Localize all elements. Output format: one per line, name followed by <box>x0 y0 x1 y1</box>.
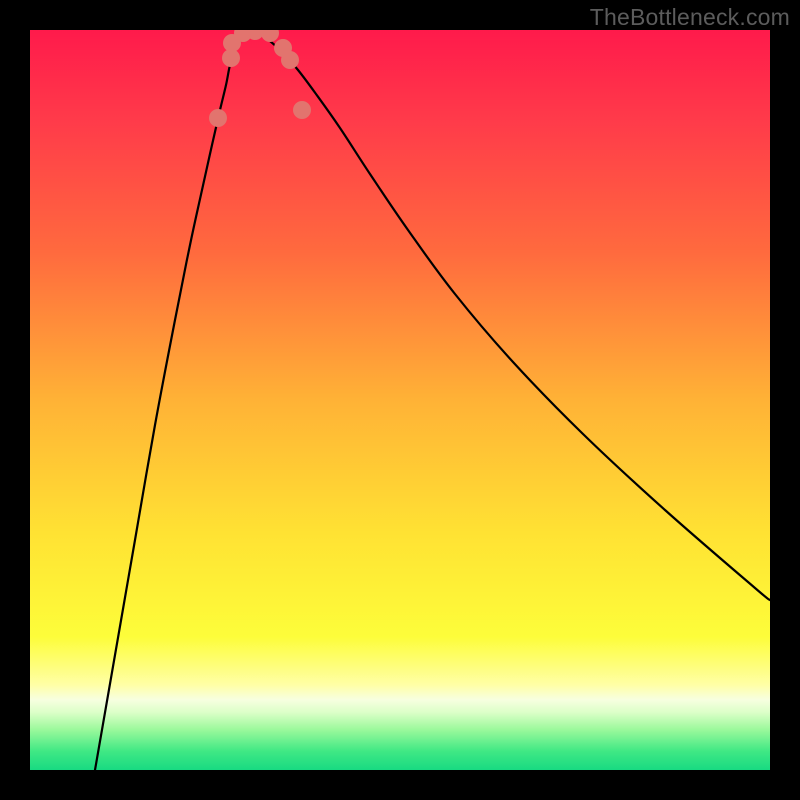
plot-area <box>30 30 770 770</box>
marker-dot <box>261 30 279 42</box>
curve-right-branch <box>252 30 770 600</box>
chart-frame: TheBottleneck.com <box>0 0 800 800</box>
watermark-text: TheBottleneck.com <box>590 4 790 31</box>
chart-svg <box>30 30 770 770</box>
curve-left-branch <box>95 30 252 770</box>
marker-dot <box>281 51 299 69</box>
marker-dot <box>209 109 227 127</box>
marker-dot <box>293 101 311 119</box>
optimal-region-markers <box>209 30 311 127</box>
